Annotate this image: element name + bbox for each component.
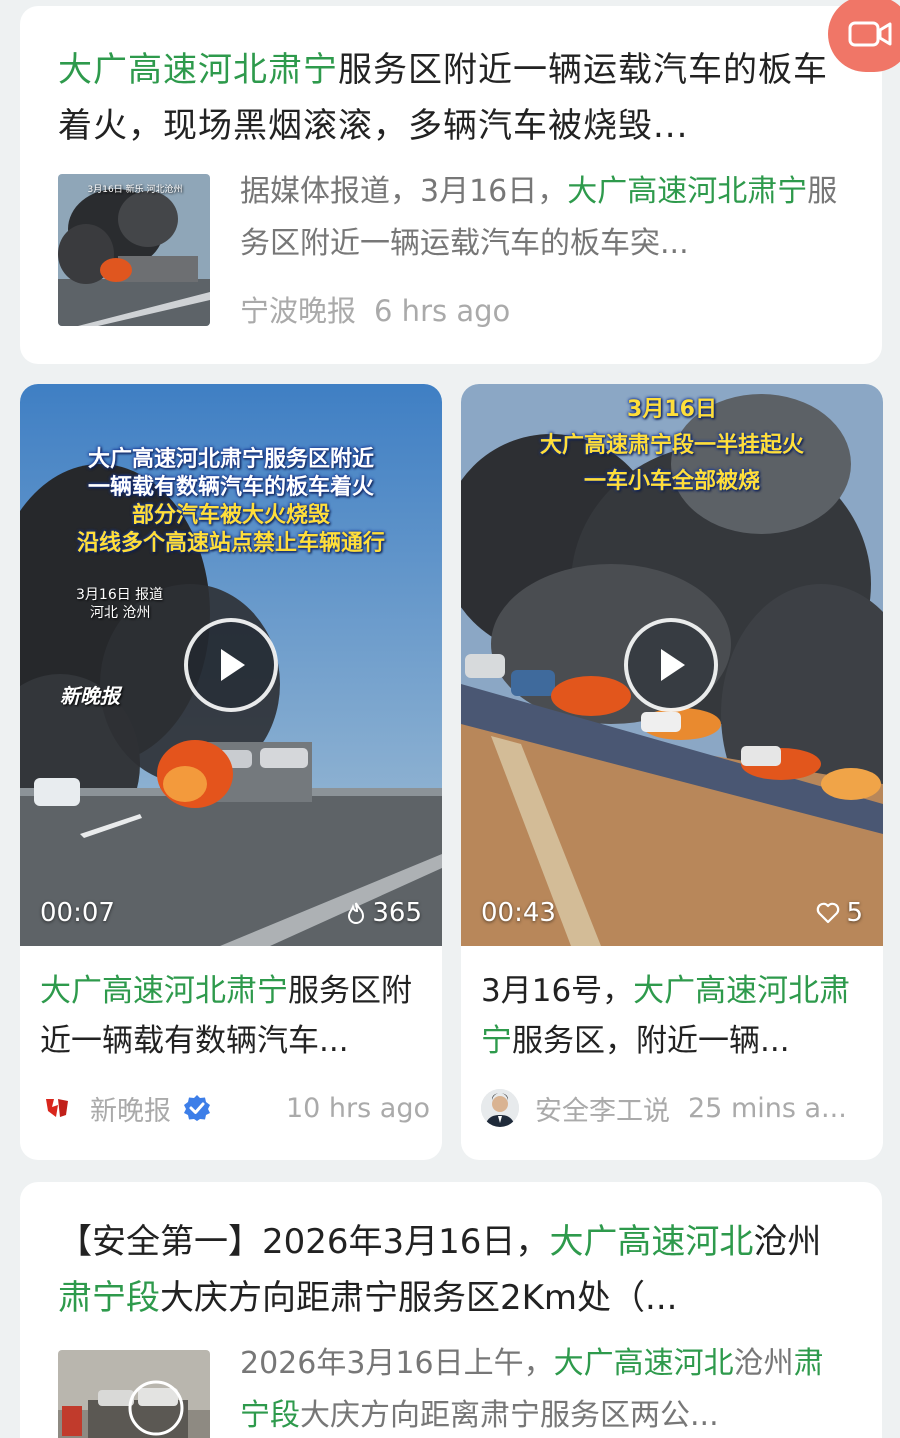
news-time: 6 hrs ago xyxy=(374,294,511,328)
video-source[interactable]: 安全李工说 xyxy=(535,1089,670,1128)
play-icon xyxy=(221,649,245,681)
video-card-1[interactable]: 大广高速河北肃宁服务区附近 一辆载有数辆汽车的板车着火 部分汽车被大火烧毁 沿线… xyxy=(20,384,442,1160)
overlay-line-3: 一车小车全部被烧 xyxy=(583,469,760,494)
news-card-2[interactable]: 【安全第一】2026年3月16日，大广高速河北沧州肃宁段大庆方向距肃宁服务区2K… xyxy=(20,1182,882,1438)
video-thumbnail[interactable]: 大广高速河北肃宁服务区附近 一辆载有数辆汽车的板车着火 部分汽车被大火烧毁 沿线… xyxy=(20,384,442,946)
news-thumbnail[interactable] xyxy=(58,1350,210,1438)
overlay-line-2: 大广高速肃宁段一半挂起火 xyxy=(539,433,804,458)
heart-icon xyxy=(817,902,840,924)
video-title[interactable]: 3月16号，大广高速河北肃宁服务区，附近一辆... xyxy=(481,966,866,1066)
news-title[interactable]: 大广高速河北肃宁服务区附近一辆运载汽车的板车着火，现场黑烟滚滚，多辆汽车被烧毁.… xyxy=(58,42,848,154)
overlay-line-4: 沿线多个高速站点禁止车辆通行 xyxy=(76,531,385,556)
flame-icon xyxy=(348,902,365,924)
news-title[interactable]: 【安全第一】2026年3月16日，大广高速河北沧州肃宁段大庆方向距肃宁服务区2K… xyxy=(58,1214,848,1326)
news-source[interactable]: 宁波晚报 xyxy=(240,294,356,328)
source-logo xyxy=(42,1095,72,1121)
news-summary: 2026年3月16日上午，大广高速河北沧州肃宁段大庆方向距离肃宁服务区两公... xyxy=(240,1346,824,1433)
video-title[interactable]: 大广高速河北肃宁服务区附近一辆载有数辆汽车... xyxy=(40,966,425,1066)
play-button[interactable] xyxy=(624,618,718,712)
video-time: 10 hrs ago xyxy=(285,1092,430,1124)
video-card-2[interactable]: 3月16日 大广高速肃宁段一半挂起火 一车小车全部被烧 00:43 5 3月16… xyxy=(461,384,883,1160)
play-button[interactable] xyxy=(184,618,278,712)
play-icon xyxy=(661,649,685,681)
video-meta: 新晚报 10 hrs ago xyxy=(40,1088,430,1128)
thumbnail-caption: 3月16日 新乐 河北沧州 xyxy=(87,185,183,195)
news-meta: 宁波晚报 6 hrs ago xyxy=(240,288,510,330)
overlay-line-2: 一辆载有数辆汽车的板车着火 xyxy=(87,475,374,500)
overlay-line-3: 部分汽车被大火烧毁 xyxy=(131,503,330,528)
video-meta: 安全李工说 25 mins a... xyxy=(481,1088,871,1128)
video-camera-button[interactable] xyxy=(828,0,900,72)
video-camera-icon xyxy=(848,21,892,47)
video-duration: 00:43 xyxy=(481,898,556,928)
news-thumbnail[interactable]: 3月16日 新乐 河北沧州 xyxy=(58,174,210,326)
watermark: 新晚报 xyxy=(60,684,120,708)
overlay-line-1: 大广高速河北肃宁服务区附近 xyxy=(87,447,374,472)
overlay-date: 3月16日 报道 xyxy=(76,587,164,603)
news-card-1[interactable]: 大广高速河北肃宁服务区附近一辆运载汽车的板车着火，现场黑烟滚滚，多辆汽车被烧毁.… xyxy=(20,6,882,364)
video-heat: 365 xyxy=(346,898,422,928)
video-duration: 00:07 xyxy=(40,898,115,928)
overlay-line-1: 3月16日 xyxy=(627,397,717,422)
video-source[interactable]: 新晚报 xyxy=(90,1089,171,1128)
video-thumbnail[interactable]: 3月16日 大广高速肃宁段一半挂起火 一车小车全部被烧 00:43 5 xyxy=(461,384,883,946)
overlay-place: 河北 沧州 xyxy=(90,605,151,621)
video-time: 25 mins a... xyxy=(688,1092,847,1124)
news-summary: 据媒体报道，3月16日，大广高速河北肃宁服务区附近一辆运载汽车的板车突... xyxy=(240,174,838,261)
verified-badge-icon xyxy=(184,1095,210,1121)
avatar[interactable] xyxy=(481,1089,519,1127)
video-likes: 5 xyxy=(816,898,863,928)
